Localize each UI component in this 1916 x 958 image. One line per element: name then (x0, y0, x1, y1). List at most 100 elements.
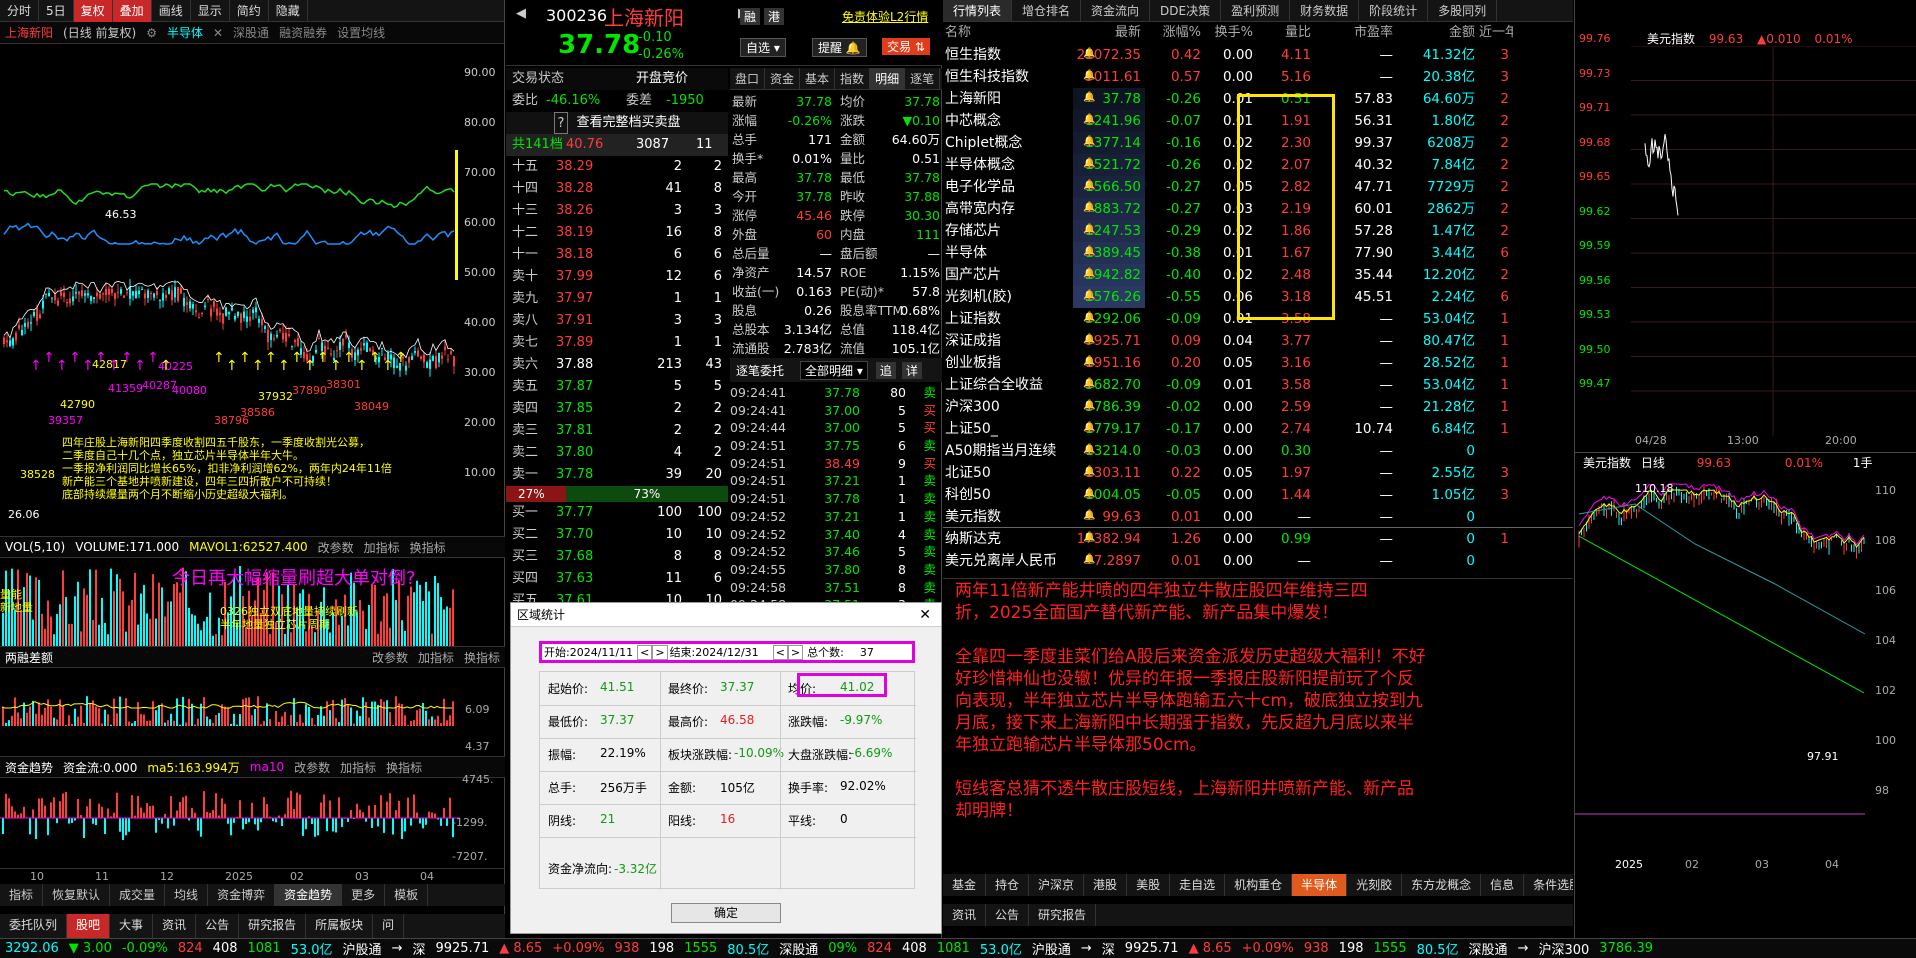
indicator-tab[interactable]: 资金博弈 (208, 884, 276, 906)
flow-switch[interactable]: 换指标 (381, 759, 427, 776)
toolbar-item[interactable]: 隐藏 (269, 0, 308, 22)
trade-button[interactable]: 交易 ⇅ (882, 38, 930, 55)
diff-add[interactable]: 加指标 (413, 649, 459, 666)
toolbar-item[interactable]: 分时 (0, 0, 40, 22)
bell-icon[interactable]: 🔔 (1083, 510, 1095, 521)
detail-tab[interactable]: 明细 (870, 68, 906, 89)
vol-param[interactable]: 改参数 (313, 539, 359, 556)
info-tab[interactable]: 问 (373, 914, 405, 938)
group-tab[interactable]: 美股 (1127, 874, 1171, 896)
ask-row[interactable]: 十四 38.28 41 8 (506, 178, 728, 200)
hk-tag[interactable]: 港 (764, 8, 785, 25)
ask-row[interactable]: 十二 38.19 16 8 (506, 222, 728, 244)
info-tab[interactable]: 公告 (196, 914, 240, 938)
group-tab[interactable]: 半导体 (1292, 874, 1348, 896)
prev-icon[interactable]: ◀ (516, 6, 526, 21)
list-row[interactable]: 北证50 1303.11 0.22 0.05 1.97—2.55亿 3 (943, 462, 1573, 484)
ok-button[interactable]: 确定 (671, 903, 781, 923)
list-tab[interactable]: 增仓排名 (1012, 0, 1082, 21)
toolbar-item[interactable]: 5日 (39, 0, 74, 22)
list-row[interactable]: 上证综合全收益 3682.70 -0.09 0.01 3.58—53.04亿 1 (943, 374, 1573, 396)
news-tab[interactable]: 研究报告 (1029, 904, 1097, 926)
list-tab[interactable]: 财务数据 (1290, 0, 1360, 21)
bell-icon[interactable]: 🔔 (1083, 532, 1095, 543)
ticks-title[interactable]: 逐笔委托 (730, 362, 790, 379)
list-tab[interactable]: 盈利预测 (1221, 0, 1291, 21)
list-row[interactable]: 上证50_ 1779.17 -0.17 0.00 2.74 10.74 6.84亿 1 (943, 418, 1573, 440)
index-kline[interactable]: 110.18 97.91 (1575, 474, 1916, 854)
bell-icon[interactable]: 🔔 (1083, 180, 1095, 191)
vol-switch[interactable]: 换指标 (405, 539, 451, 556)
diff-chart[interactable] (0, 668, 460, 754)
bell-icon[interactable]: 🔔 (1083, 158, 1095, 169)
list-row[interactable]: 美元兑离岸人民币 7.2897 0.01 0.00— —0 (943, 550, 1573, 572)
group-tab[interactable]: 机构重仓 (1225, 874, 1293, 896)
list-row[interactable]: 恒生科技指数 5011.61 0.57 0.00 5.16—20.38亿 3 (943, 66, 1573, 88)
ask-row[interactable]: 十一 38.18 6 6 (506, 244, 728, 266)
toolbar-item[interactable]: 画线 (152, 0, 191, 22)
news-tab[interactable]: 公告 (986, 904, 1030, 926)
bell-icon[interactable]: 🔔 (1083, 136, 1095, 147)
flow-param[interactable]: 改参数 (289, 759, 335, 776)
gear-icon[interactable]: ⚙ (141, 26, 162, 40)
list-row[interactable]: 美元指数 99.63 0.01 0.00— —0 (943, 506, 1573, 528)
group-tab[interactable]: 持仓 (986, 874, 1030, 896)
bell-icon[interactable]: 🔔 (1083, 422, 1095, 433)
indicator-tab[interactable]: 均线 (165, 884, 209, 906)
end-date[interactable]: 2024/12/31 (695, 646, 758, 659)
bid-row[interactable]: 买一 37.77 100 100 (506, 502, 728, 524)
full-book-button[interactable]: ? 查看完整档买卖盘 (506, 112, 728, 134)
list-col-header[interactable]: 涨幅% (1145, 22, 1205, 44)
start-date[interactable]: 2024/11/11 (570, 646, 633, 659)
detail-tab[interactable]: 资金 (765, 68, 801, 89)
watchlist-button[interactable]: 自选 ▾ (740, 38, 786, 57)
list-tab[interactable]: 阶段统计 (1359, 0, 1429, 21)
prev-start-button[interactable]: < (637, 644, 653, 660)
sector-tag[interactable]: 半导体 (162, 24, 208, 41)
list-row[interactable]: A50期指当月连续 13214.0 -0.03 0.00 0.30—0 (943, 440, 1573, 462)
bell-icon[interactable]: 🔔 (1083, 554, 1095, 565)
bell-icon[interactable]: 🔔 (1083, 466, 1095, 477)
list-tab[interactable]: DDE决策 (1150, 0, 1222, 21)
info-tab[interactable]: 委托队列 (0, 914, 68, 938)
ask-row[interactable]: 卖五 37.87 5 5 (506, 376, 728, 398)
toolbar-item[interactable]: 简约 (230, 0, 269, 22)
ask-row[interactable]: 卖十 37.99 12 6 (506, 266, 728, 288)
next-start-button[interactable]: > (652, 644, 668, 660)
detail-tab[interactable]: 逐笔 (905, 68, 941, 89)
group-tab[interactable]: 沪深京 (1029, 874, 1085, 896)
ask-row[interactable]: 十三 38.26 3 3 (506, 200, 728, 222)
vol-add[interactable]: 加指标 (359, 539, 405, 556)
group-tab[interactable]: 港股 (1084, 874, 1128, 896)
indicator-tab[interactable]: 成交量 (110, 884, 166, 906)
link-shgt[interactable]: 深股通 (228, 24, 274, 41)
list-col-header[interactable]: 名称 (943, 22, 1073, 44)
list-row[interactable]: 深证成指 9925.71 0.09 0.04 3.77—80.47亿 1 (943, 330, 1573, 352)
bid-row[interactable]: 买四 37.63 11 6 (506, 568, 728, 590)
indicator-tab[interactable]: 资金趋势 (275, 884, 343, 906)
detail-tab[interactable]: 盘口 (730, 68, 766, 89)
link-ma-setting[interactable]: 设置均线 (332, 24, 390, 41)
bell-icon[interactable]: 🔔 (1083, 70, 1095, 81)
diff-param[interactable]: 改参数 (367, 649, 413, 666)
info-tab[interactable]: 股吧 (67, 914, 111, 938)
list-col-header[interactable]: 量比 (1257, 22, 1315, 44)
indicator-tab[interactable]: 模板 (385, 884, 429, 906)
list-col-header[interactable]: 市盈率 (1315, 22, 1397, 44)
indicator-tab[interactable]: 指标 (0, 884, 44, 906)
toolbar-item[interactable]: 叠加 (112, 0, 152, 22)
margin-tag[interactable]: 融 (740, 8, 761, 25)
ask-row[interactable]: 十五 38.29 2 2 (506, 156, 728, 178)
bell-icon[interactable]: 🔔 (1083, 268, 1095, 279)
close-icon[interactable]: ✕ (919, 603, 931, 627)
bell-icon[interactable]: 🔔 (1083, 444, 1095, 455)
detail-tab[interactable]: 基本 (800, 68, 836, 89)
list-col-header[interactable]: 最新 (1073, 22, 1145, 44)
bell-icon[interactable]: 🔔 (1083, 202, 1095, 213)
ask-row[interactable]: 卖一 37.78 39 20 (506, 464, 728, 486)
bell-icon[interactable]: 🔔 (1083, 400, 1095, 411)
bell-icon[interactable]: 🔔 (1083, 48, 1095, 59)
ask-row[interactable]: 卖三 37.81 2 2 (506, 420, 728, 442)
ask-row[interactable]: 卖八 37.91 3 3 (506, 310, 728, 332)
ask-row[interactable]: 卖六 37.88 213 43 (506, 354, 728, 376)
